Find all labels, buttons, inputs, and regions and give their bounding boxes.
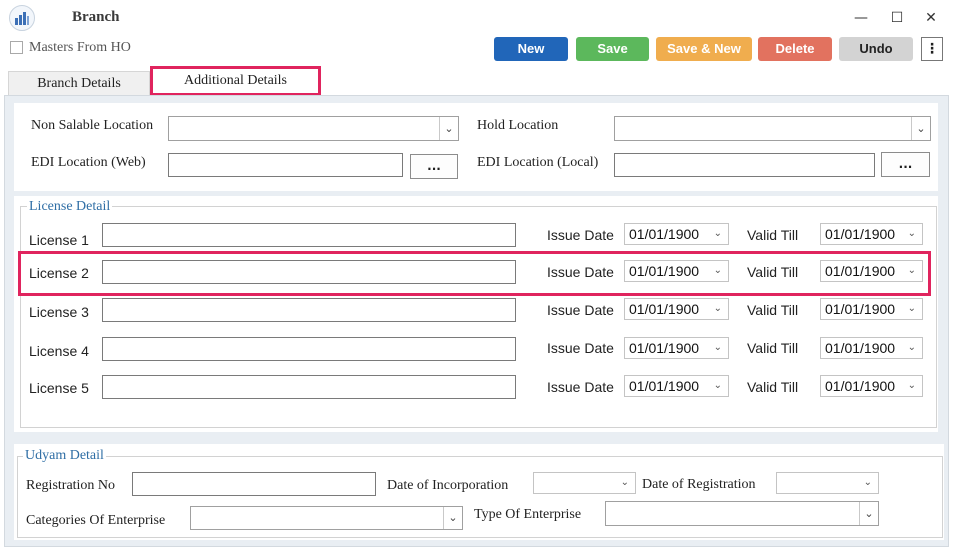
license-5-issue-date-label: Issue Date: [547, 379, 614, 395]
non-salable-location-label: Non Salable Location: [31, 118, 154, 133]
new-button[interactable]: New: [494, 37, 568, 61]
chevron-down-icon: ⌄: [907, 342, 916, 353]
undo-button[interactable]: Undo: [839, 37, 913, 61]
license-5-valid-till-value: 01/01/1900: [825, 378, 896, 394]
more-options-icon[interactable]: ⋮: [921, 37, 943, 61]
chevron-down-icon: ⌄: [907, 380, 916, 391]
license-1-label: License 1: [29, 232, 89, 248]
license-5-issue-date-value: 01/01/1900: [629, 378, 700, 394]
edi-location-web-label: EDI Location (Web): [31, 155, 146, 170]
non-salable-location-select[interactable]: ⌄: [168, 116, 459, 141]
license-3-issue-date-picker[interactable]: 01/01/1900 ⌄: [624, 298, 729, 320]
minimize-icon[interactable]: —: [849, 7, 873, 29]
registration-no-input[interactable]: [132, 472, 376, 496]
categories-of-enterprise-label: Categories Of Enterprise: [26, 513, 166, 528]
edi-location-local-input[interactable]: [614, 153, 875, 177]
window-title: Branch: [72, 9, 120, 25]
license-1-issue-date-value: 01/01/1900: [629, 226, 700, 242]
chevron-down-icon: ⌄: [713, 380, 722, 391]
edi-location-web-input[interactable]: [168, 153, 403, 177]
license-1-issue-date-picker[interactable]: 01/01/1900 ⌄: [624, 223, 729, 245]
license-5-valid-till-picker[interactable]: 01/01/1900 ⌄: [820, 375, 923, 397]
license-3-valid-till-picker[interactable]: 01/01/1900 ⌄: [820, 298, 923, 320]
chevron-down-icon: ⌄: [713, 303, 722, 314]
maximize-icon[interactable]: ☐: [885, 7, 909, 29]
license-3-issue-date-label: Issue Date: [547, 302, 614, 318]
app-logo-icon: [9, 5, 35, 31]
udyam-detail-title: Udyam Detail: [23, 448, 106, 464]
license-2-highlight: [18, 251, 931, 296]
tab-additional-details[interactable]: Additional Details: [150, 66, 321, 96]
license-1-issue-date-label: Issue Date: [547, 227, 614, 243]
license-4-issue-date-picker[interactable]: 01/01/1900 ⌄: [624, 337, 729, 359]
license-1-valid-till-value: 01/01/1900: [825, 226, 896, 242]
license-1-valid-till-picker[interactable]: 01/01/1900 ⌄: [820, 223, 923, 245]
license-5-label: License 5: [29, 380, 89, 396]
hold-location-select[interactable]: ⌄: [614, 116, 931, 141]
license-1-valid-till-label: Valid Till: [747, 227, 799, 243]
edi-web-browse-button[interactable]: ...: [410, 154, 458, 179]
license-5-valid-till-label: Valid Till: [747, 379, 799, 395]
chevron-down-icon: ⌄: [907, 228, 916, 239]
close-icon[interactable]: ✕: [919, 7, 943, 29]
date-of-registration-label: Date of Registration: [642, 477, 756, 492]
license-3-issue-date-value: 01/01/1900: [629, 301, 700, 317]
license-4-input[interactable]: [102, 337, 516, 361]
license-3-valid-till-label: Valid Till: [747, 302, 799, 318]
tab-branch-details[interactable]: Branch Details: [8, 71, 150, 96]
delete-button[interactable]: Delete: [758, 37, 832, 61]
masters-from-ho-checkbox[interactable]: [10, 41, 23, 54]
masters-from-ho-label: Masters From HO: [29, 40, 131, 55]
license-4-label: License 4: [29, 343, 89, 359]
license-4-valid-till-value: 01/01/1900: [825, 340, 896, 356]
edi-location-local-label: EDI Location (Local): [477, 155, 599, 170]
license-5-issue-date-picker[interactable]: 01/01/1900 ⌄: [624, 375, 729, 397]
chevron-down-icon: ⌄: [911, 117, 930, 140]
chevron-down-icon: ⌄: [859, 502, 878, 525]
chevron-down-icon: ⌄: [713, 228, 722, 239]
hold-location-label: Hold Location: [477, 118, 559, 133]
registration-no-label: Registration No: [26, 478, 116, 493]
categories-of-enterprise-select[interactable]: ⌄: [190, 506, 463, 530]
chevron-down-icon: ⌄: [713, 342, 722, 353]
type-of-enterprise-select[interactable]: ⌄: [605, 501, 879, 526]
license-1-input[interactable]: [102, 223, 516, 247]
title-bar: Branch — ☐ ✕: [0, 0, 954, 36]
license-4-issue-date-value: 01/01/1900: [629, 340, 700, 356]
date-of-incorporation-picker[interactable]: ⌄: [533, 472, 636, 494]
license-4-valid-till-picker[interactable]: 01/01/1900 ⌄: [820, 337, 923, 359]
license-4-issue-date-label: Issue Date: [547, 340, 614, 356]
date-of-incorporation-label: Date of Incorporation: [387, 478, 509, 493]
license-3-valid-till-value: 01/01/1900: [825, 301, 896, 317]
chevron-down-icon: ⌄: [439, 117, 458, 140]
date-of-registration-picker[interactable]: ⌄: [776, 472, 879, 494]
license-4-valid-till-label: Valid Till: [747, 340, 799, 356]
edi-local-browse-button[interactable]: ...: [881, 152, 930, 177]
save-button[interactable]: Save: [576, 37, 649, 61]
license-3-input[interactable]: [102, 298, 516, 322]
chevron-down-icon: ⌄: [907, 303, 916, 314]
license-detail-title: License Detail: [27, 199, 113, 215]
type-of-enterprise-label: Type Of Enterprise: [474, 507, 582, 522]
chevron-down-icon: ⌄: [443, 507, 462, 529]
license-5-input[interactable]: [102, 375, 516, 399]
chevron-down-icon: ⌄: [620, 477, 629, 488]
save-and-new-button[interactable]: Save & New: [656, 37, 752, 61]
license-3-label: License 3: [29, 304, 89, 320]
chevron-down-icon: ⌄: [863, 477, 872, 488]
